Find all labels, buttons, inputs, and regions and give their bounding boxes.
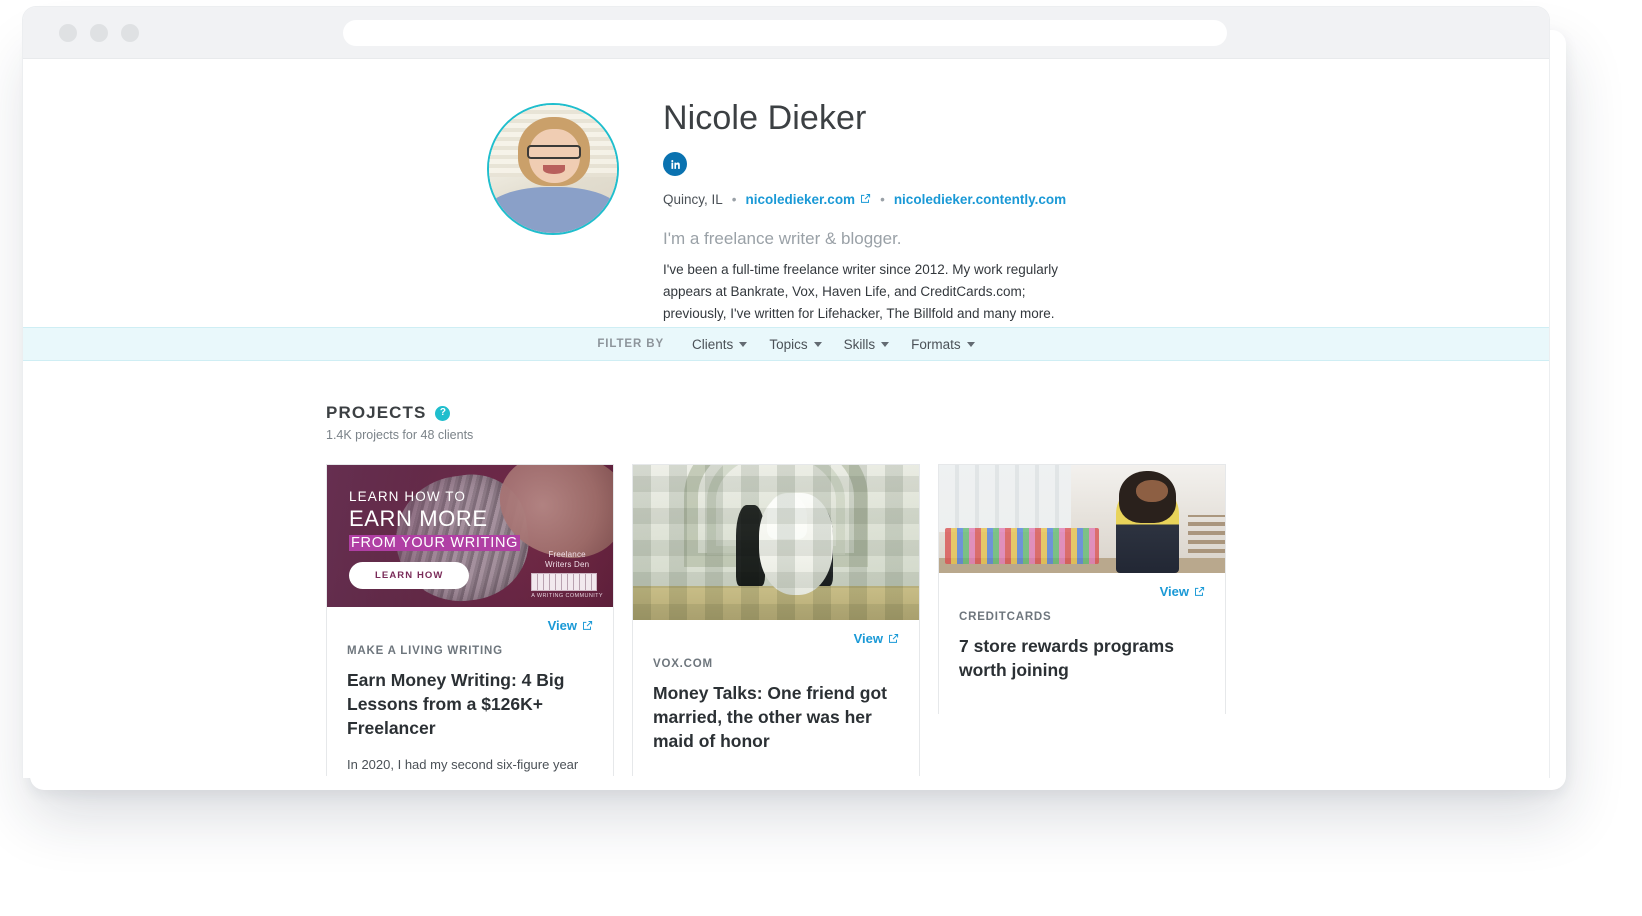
- project-headline: 7 store rewards programs worth joining: [959, 636, 1174, 680]
- maximize-window-button[interactable]: [121, 23, 139, 42]
- website-link[interactable]: nicoledieker.com: [746, 192, 872, 207]
- page-viewport: Nicole Dieker Quincy, IL • nicoledieker.…: [23, 59, 1549, 778]
- thumb-badge-subtitle: A WRITING COMMUNITY: [531, 593, 603, 599]
- filter-label-topics: Topics: [769, 336, 808, 352]
- thumb-badge-line-2: Writers Den: [544, 560, 590, 569]
- close-window-button[interactable]: [59, 23, 77, 42]
- profile-info: Nicole Dieker Quincy, IL • nicoledieker.…: [663, 95, 1083, 327]
- view-link-label: View: [1159, 584, 1189, 599]
- linkedin-icon[interactable]: [663, 152, 687, 177]
- project-card[interactable]: LEARN HOW TO EARN MORE FROM YOUR WRITING…: [326, 464, 614, 778]
- project-card[interactable]: View CREDITCARDS 7 store rewards program…: [938, 464, 1226, 714]
- social-links: [663, 152, 1083, 177]
- meta-separator-2: •: [880, 192, 885, 208]
- location-text: Quincy, IL: [663, 192, 723, 208]
- external-link-icon: [860, 192, 871, 207]
- meta-separator-1: •: [731, 192, 737, 208]
- projects-subtitle: 1.4K projects for 48 clients: [326, 428, 474, 442]
- view-project-link[interactable]: View: [1160, 584, 1205, 599]
- view-link-label: View: [547, 618, 577, 633]
- minimize-window-button[interactable]: [90, 23, 108, 42]
- avatar-glasses: [527, 144, 582, 159]
- thumb-books: [944, 527, 1100, 565]
- filter-label-formats: Formats: [911, 336, 961, 352]
- filter-dropdown-topics[interactable]: Topics: [769, 336, 822, 352]
- profile-bio: I've been a full-time freelance writer s…: [663, 262, 1058, 321]
- chevron-down-icon: [966, 341, 975, 347]
- chevron-down-icon: [739, 341, 748, 347]
- thumb-badge-line-1: Freelance: [548, 550, 586, 559]
- projects-section: PROJECTS ? 1.4K projects for 48 clients: [23, 361, 1549, 778]
- viewport-bottom-edge: [23, 776, 1549, 778]
- thumb-line-3: FROM YOUR WRITING: [349, 535, 521, 551]
- help-icon[interactable]: ?: [435, 405, 451, 421]
- project-card-body: VOX.COM Money Talks: One friend got marr…: [633, 658, 919, 778]
- project-excerpt: In 2020, I had my second six-figure year…: [347, 756, 579, 778]
- project-thumbnail: [939, 465, 1225, 573]
- chevron-down-icon: [813, 341, 822, 347]
- filter-dropdown-formats[interactable]: Formats: [911, 337, 975, 352]
- thumb-badge: Freelance Writers Den A WRITING COMMUNIT…: [531, 550, 603, 599]
- page-title: Nicole Dieker: [663, 99, 867, 137]
- browser-window: Nicole Dieker Quincy, IL • nicoledieker.…: [22, 6, 1550, 778]
- profile-tagline: I'm a freelance writer & blogger.: [663, 229, 902, 249]
- project-thumbnail: [633, 465, 919, 620]
- filter-dropdown-skills[interactable]: Skills: [844, 337, 890, 352]
- project-client: MAKE A LIVING WRITING: [347, 645, 503, 657]
- avatar-shirt: [489, 186, 617, 233]
- thumb-chair: [1187, 514, 1225, 563]
- address-bar[interactable]: [343, 20, 1227, 46]
- view-project-link[interactable]: View: [548, 618, 593, 633]
- thumb-money-overlay: [633, 465, 919, 620]
- view-project-link[interactable]: View: [854, 631, 899, 646]
- thumb-window: [939, 465, 1071, 532]
- project-card[interactable]: View VOX.COM Money Talks: One friend got…: [632, 464, 920, 778]
- filter-by-label: FILTER BY: [597, 338, 665, 350]
- filter-dropdown-clients[interactable]: Clients: [692, 336, 748, 352]
- project-headline: Earn Money Writing: 4 Big Lessons from a…: [347, 670, 565, 738]
- project-client: CREDITCARDS: [959, 611, 1052, 623]
- view-row: View: [939, 573, 1225, 599]
- filter-bar: FILTER BY Clients Topics Skills Formats: [23, 327, 1549, 361]
- browser-chrome-bar: [23, 7, 1549, 59]
- projects-inner: PROJECTS ? 1.4K projects for 48 clients: [326, 403, 1246, 778]
- thumb-text-block: LEARN HOW TO EARN MORE FROM YOUR WRITING: [349, 489, 521, 552]
- projects-grid: LEARN HOW TO EARN MORE FROM YOUR WRITING…: [326, 464, 1246, 778]
- external-link-icon: [583, 621, 593, 630]
- projects-heading: PROJECTS ?: [326, 403, 1246, 423]
- website-link-label: nicoledieker.com: [745, 192, 856, 208]
- project-card-body: MAKE A LIVING WRITING Earn Money Writing…: [327, 645, 613, 778]
- portfolio-link[interactable]: nicoledieker.contently.com: [894, 192, 1066, 207]
- chevron-down-icon: [881, 341, 890, 347]
- project-headline: Money Talks: One friend got married, the…: [653, 683, 888, 751]
- project-client: VOX.COM: [653, 658, 713, 670]
- filter-label-clients: Clients: [692, 336, 734, 352]
- portfolio-link-label: nicoledieker.contently.com: [893, 192, 1067, 208]
- thumb-cta-button[interactable]: LEARN HOW: [349, 562, 470, 589]
- profile-meta: Quincy, IL • nicoledieker.com • nicoledi…: [663, 192, 1083, 207]
- thumb-line-1: LEARN HOW TO: [349, 489, 466, 504]
- thumb-badge-graphic: [531, 573, 598, 591]
- view-row: View: [327, 607, 613, 633]
- page-stage: Nicole Dieker Quincy, IL • nicoledieker.…: [0, 0, 1642, 916]
- thumb-shopper-face: [1136, 480, 1168, 502]
- avatar-smile: [542, 165, 565, 175]
- profile-header: Nicole Dieker Quincy, IL • nicoledieker.…: [23, 59, 1549, 327]
- traffic-lights: [59, 23, 139, 42]
- projects-title: PROJECTS: [326, 403, 427, 422]
- avatar: [487, 103, 619, 235]
- thumb-line-2: EARN MORE: [349, 506, 488, 531]
- view-row: View: [633, 620, 919, 646]
- filter-label-skills: Skills: [843, 336, 876, 352]
- view-link-label: View: [853, 631, 883, 646]
- external-link-icon: [889, 634, 899, 643]
- avatar-column: [23, 95, 663, 327]
- project-thumbnail: LEARN HOW TO EARN MORE FROM YOUR WRITING…: [327, 465, 613, 607]
- external-link-icon: [1195, 587, 1205, 596]
- project-card-body: CREDITCARDS 7 store rewards programs wor…: [939, 611, 1225, 714]
